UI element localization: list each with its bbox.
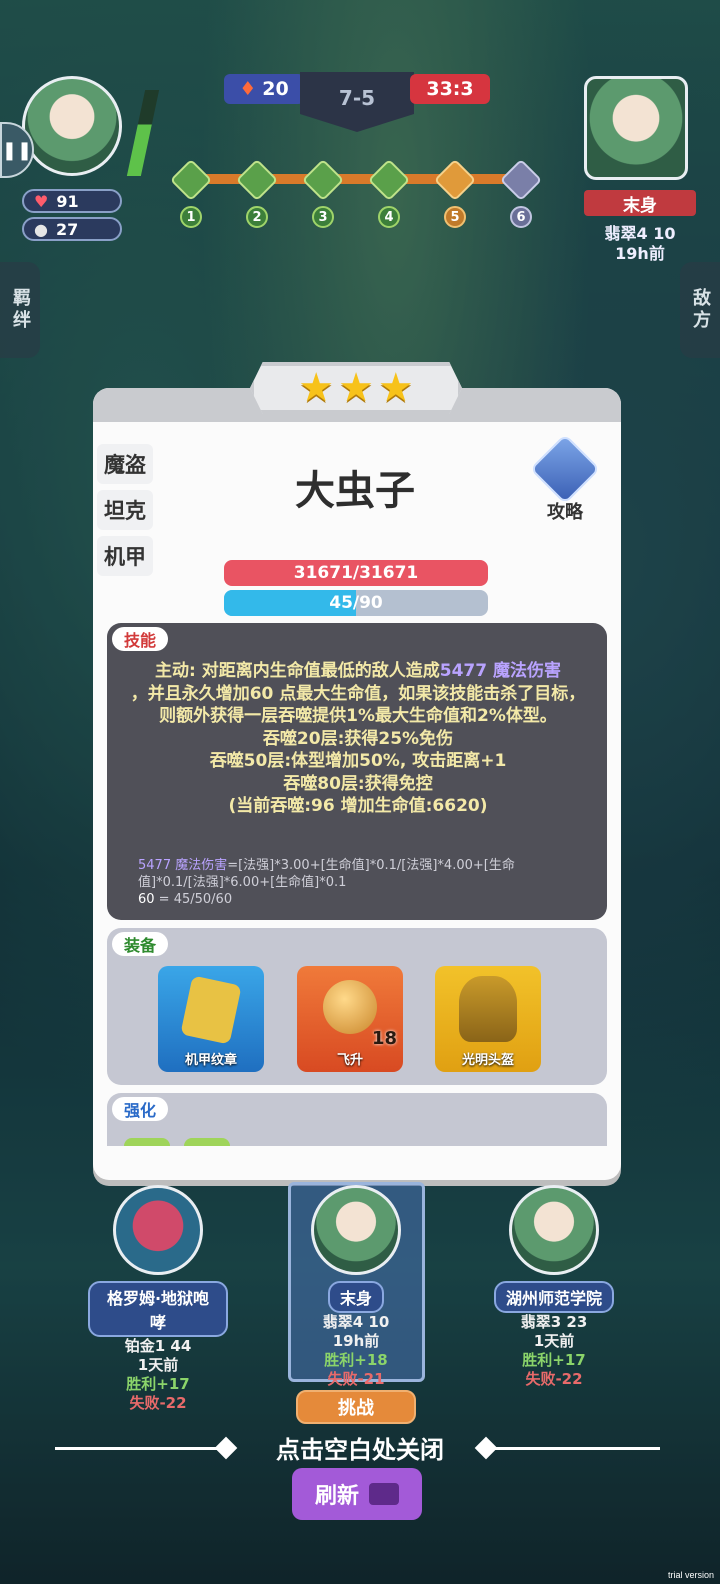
helmet-icon: [459, 976, 517, 1042]
challenge-button[interactable]: 挑战: [296, 1390, 416, 1424]
player-hp: ♥ 91: [22, 189, 122, 213]
trophy-number: 1: [180, 206, 202, 228]
enhance-slot[interactable]: [184, 1138, 230, 1146]
trophy-number: 6: [510, 206, 532, 228]
opponent-avatar: [113, 1185, 203, 1275]
emblem-icon: [180, 975, 242, 1045]
unit-name: 大虫子: [295, 468, 415, 514]
heart-icon: ♥: [34, 191, 49, 211]
guide-button[interactable]: 攻略: [529, 433, 601, 524]
health-bar: 31671/31671: [224, 560, 488, 586]
watermark: trial version: [667, 1570, 714, 1580]
opponent-card[interactable]: 末身 翡翠4 10 19h前 胜利+18 失败-21: [286, 1185, 426, 1389]
trophy-number: 2: [246, 206, 268, 228]
enemy-time: 19h前: [615, 244, 665, 263]
equipment-tag: 装备: [112, 932, 169, 956]
opponent-card[interactable]: 格罗姆·地狱咆哮 铂金1 44 1天前 胜利+17 失败-22: [88, 1185, 228, 1413]
enemy-avatar[interactable]: [584, 76, 688, 180]
player-coins: ● 27: [22, 217, 122, 241]
star-icon: ★: [298, 365, 335, 411]
trophy-number: 4: [378, 206, 400, 228]
bonds-tab[interactable]: 羁绊: [0, 262, 40, 358]
refresh-button[interactable]: 刷新: [292, 1468, 422, 1520]
skill-tag: 技能: [112, 627, 169, 651]
ascend-orb-icon: [323, 980, 377, 1034]
enemy-name-plate: 末身: [584, 190, 696, 216]
enemy-tab[interactable]: 敌方: [680, 262, 720, 358]
graduation-cap-icon: [529, 433, 601, 505]
equipment-item[interactable]: 机甲纹章: [158, 966, 264, 1072]
skill-formula: 5477 魔法伤害=[法强]*3.00+[生命值]*0.1/[法强]*4.00+…: [138, 858, 515, 907]
equipment-item[interactable]: 光明头盔: [435, 966, 541, 1072]
player-avatar[interactable]: [22, 76, 122, 176]
trophy-number: 3: [312, 206, 334, 228]
chat-icon: ❚❚: [1, 139, 33, 161]
score-left: ♦ 20: [224, 74, 304, 104]
star-icon: ★: [377, 365, 414, 411]
guide-label: 攻略: [547, 502, 583, 523]
star-rating: ★ ★ ★: [250, 362, 462, 414]
star-icon: ★: [338, 365, 374, 411]
divider-right: [490, 1447, 660, 1450]
class-tag[interactable]: 机甲: [97, 536, 153, 576]
class-tag[interactable]: 坦克: [97, 490, 153, 530]
video-icon: [369, 1483, 399, 1505]
opponent-card[interactable]: 湖州师范学院 翡翠3 23 1天前 胜利+17 失败-22: [484, 1185, 624, 1389]
opponent-avatar: [311, 1185, 401, 1275]
enhance-tag: 强化: [112, 1097, 169, 1121]
trophy-number: 5: [444, 206, 466, 228]
enhance-section: [107, 1093, 607, 1146]
class-tag[interactable]: 魔盗: [97, 444, 153, 484]
enhance-slot[interactable]: [124, 1138, 170, 1146]
equipment-item[interactable]: 18 飞升: [297, 966, 403, 1072]
fire-icon: ♦: [239, 78, 257, 100]
coin-icon: ●: [34, 219, 48, 239]
skill-description: 主动: 对距离内生命值最低的敌人造成5477 魔法伤害 ，并且永久增加60 点最…: [130, 661, 586, 816]
opponent-avatar: [509, 1185, 599, 1275]
mana-bar: 45/90: [224, 590, 488, 616]
round-timer: 33:3: [410, 74, 490, 104]
